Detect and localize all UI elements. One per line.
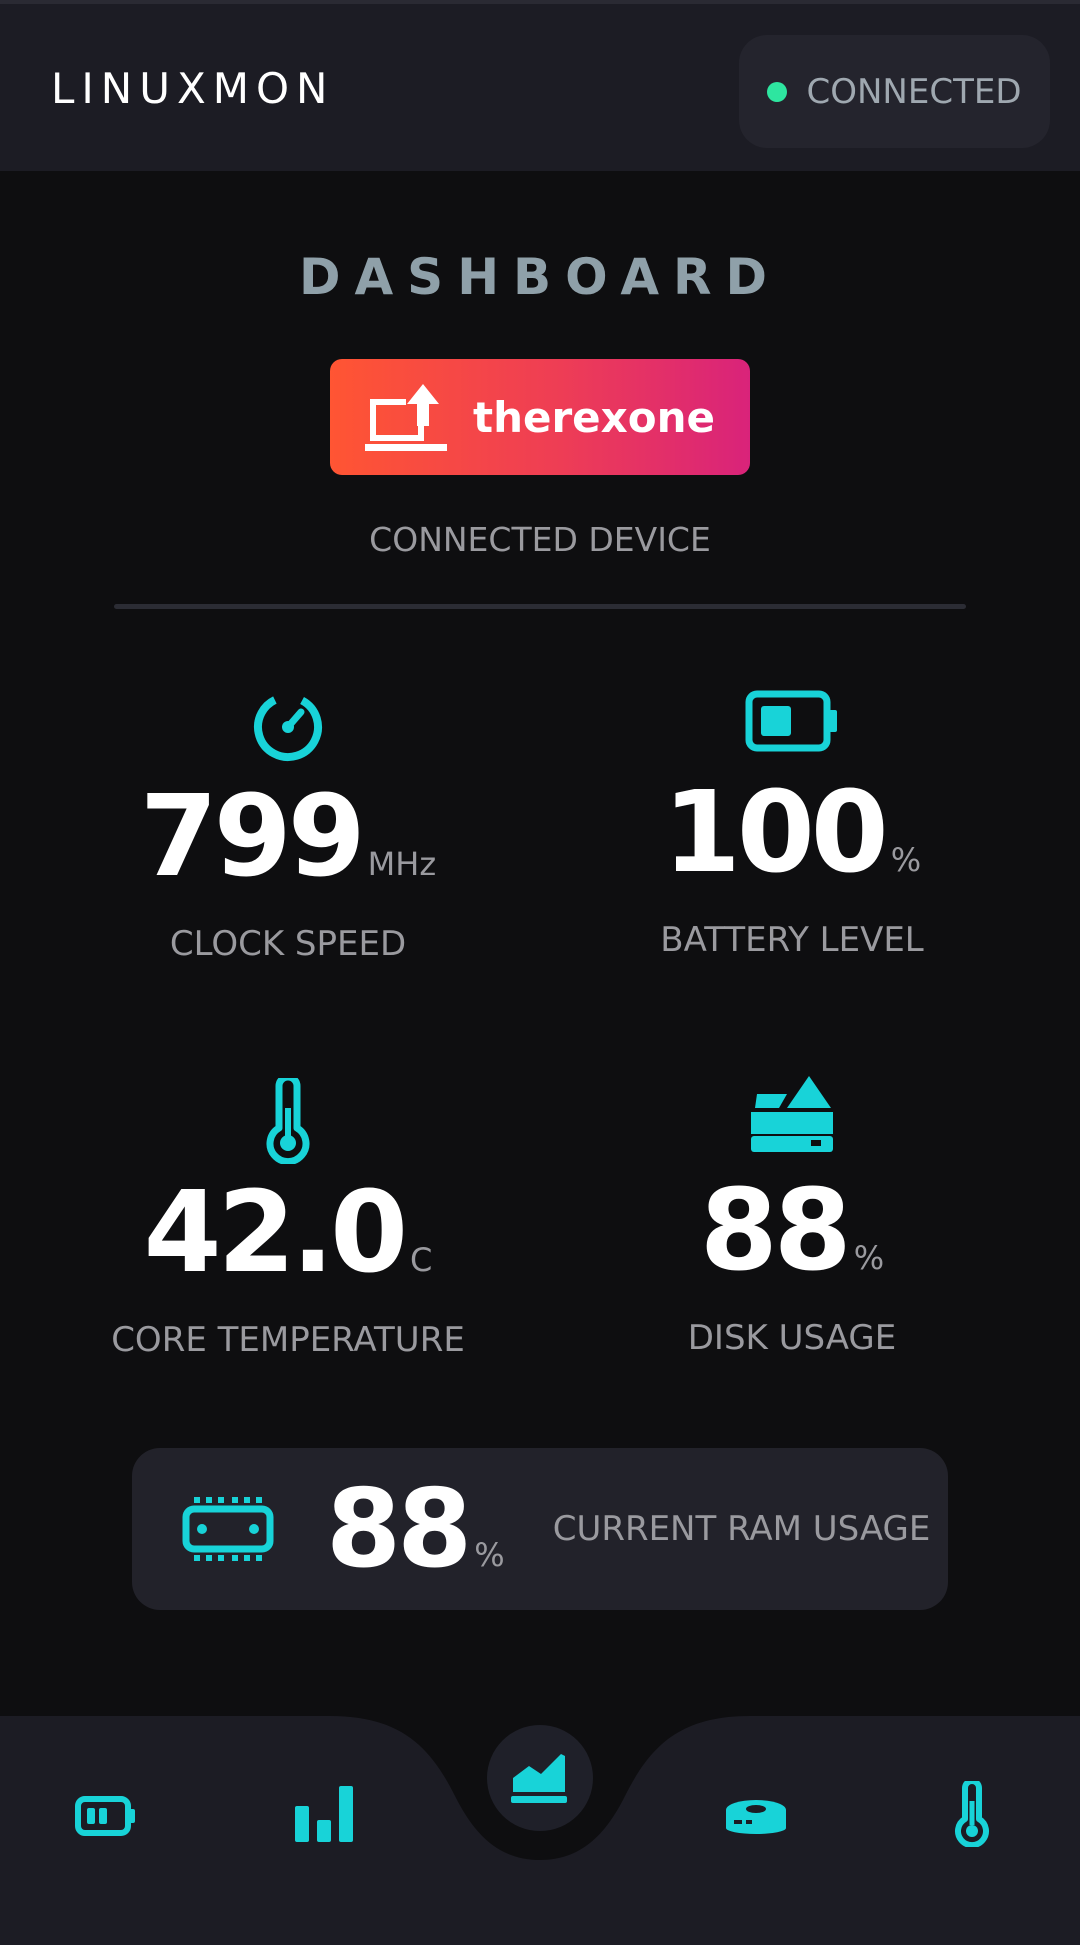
nav-dashboard[interactable]: [487, 1725, 593, 1831]
thermometer-icon: [955, 1781, 989, 1847]
disk-usage-unit: %: [853, 1239, 885, 1277]
laptop-upload-icon: [365, 384, 447, 451]
ram-usage-unit: %: [474, 1536, 505, 1574]
area-chart-icon: [511, 1754, 567, 1803]
core-temperature-value: 42.0: [143, 1168, 408, 1298]
battery-level-value: 100: [662, 768, 889, 898]
bar-chart-icon: [295, 1786, 353, 1842]
stat-clock-speed: 799 MHz CLOCK SPEED: [58, 690, 518, 964]
stat-disk-usage: 88 % DISK USAGE: [562, 1074, 1022, 1358]
clock-speed-unit: MHz: [367, 845, 437, 883]
clock-speed-value: 799: [139, 772, 366, 902]
hard-drive-icon: [726, 1800, 786, 1834]
ram-usage-label: CURRENT RAM USAGE: [552, 1509, 931, 1549]
nav-battery[interactable]: [68, 1776, 144, 1856]
app-title: LINUXMON: [51, 64, 335, 113]
app-root: LINUXMON CONNECTED DASHBOARD therexone C…: [0, 0, 1080, 1945]
device-badge[interactable]: therexone: [330, 359, 750, 475]
nav-temperature[interactable]: [932, 1766, 1012, 1862]
battery-icon: [75, 1796, 135, 1836]
battery-level-unit: %: [890, 841, 922, 879]
section-divider: [114, 604, 966, 609]
nav-disk[interactable]: [716, 1776, 796, 1856]
status-dot-icon: [767, 81, 788, 102]
connection-status-text: CONNECTED: [806, 71, 1022, 112]
nav-stats[interactable]: [284, 1770, 364, 1858]
clock-speed-label: CLOCK SPEED: [169, 924, 407, 964]
memory-chip-icon: [182, 1497, 274, 1561]
page-title: DASHBOARD: [298, 248, 782, 306]
thermometer-icon: [266, 1078, 310, 1164]
stat-core-temperature: 42.0 C CORE TEMPERATURE: [58, 1078, 518, 1360]
hard-drive-icon: [751, 1076, 833, 1152]
disk-usage-value: 88: [699, 1166, 852, 1296]
ram-usage-value: 88: [326, 1466, 472, 1592]
top-bar: LINUXMON CONNECTED: [0, 0, 1080, 171]
core-temperature-unit: C: [410, 1241, 433, 1279]
stat-battery-level: 100 % BATTERY LEVEL: [562, 690, 1022, 960]
battery-level-label: BATTERY LEVEL: [660, 920, 924, 960]
device-caption: CONNECTED DEVICE: [369, 520, 711, 559]
ram-usage-card[interactable]: 88 % CURRENT RAM USAGE: [132, 1448, 948, 1610]
battery-icon: [745, 690, 837, 752]
connection-status-pill[interactable]: CONNECTED: [739, 35, 1050, 148]
core-temperature-label: CORE TEMPERATURE: [111, 1320, 465, 1360]
speedometer-icon: [254, 693, 322, 761]
disk-usage-label: DISK USAGE: [687, 1318, 897, 1358]
bottom-nav-bar: [0, 1716, 1080, 1945]
device-name: therexone: [473, 392, 715, 442]
